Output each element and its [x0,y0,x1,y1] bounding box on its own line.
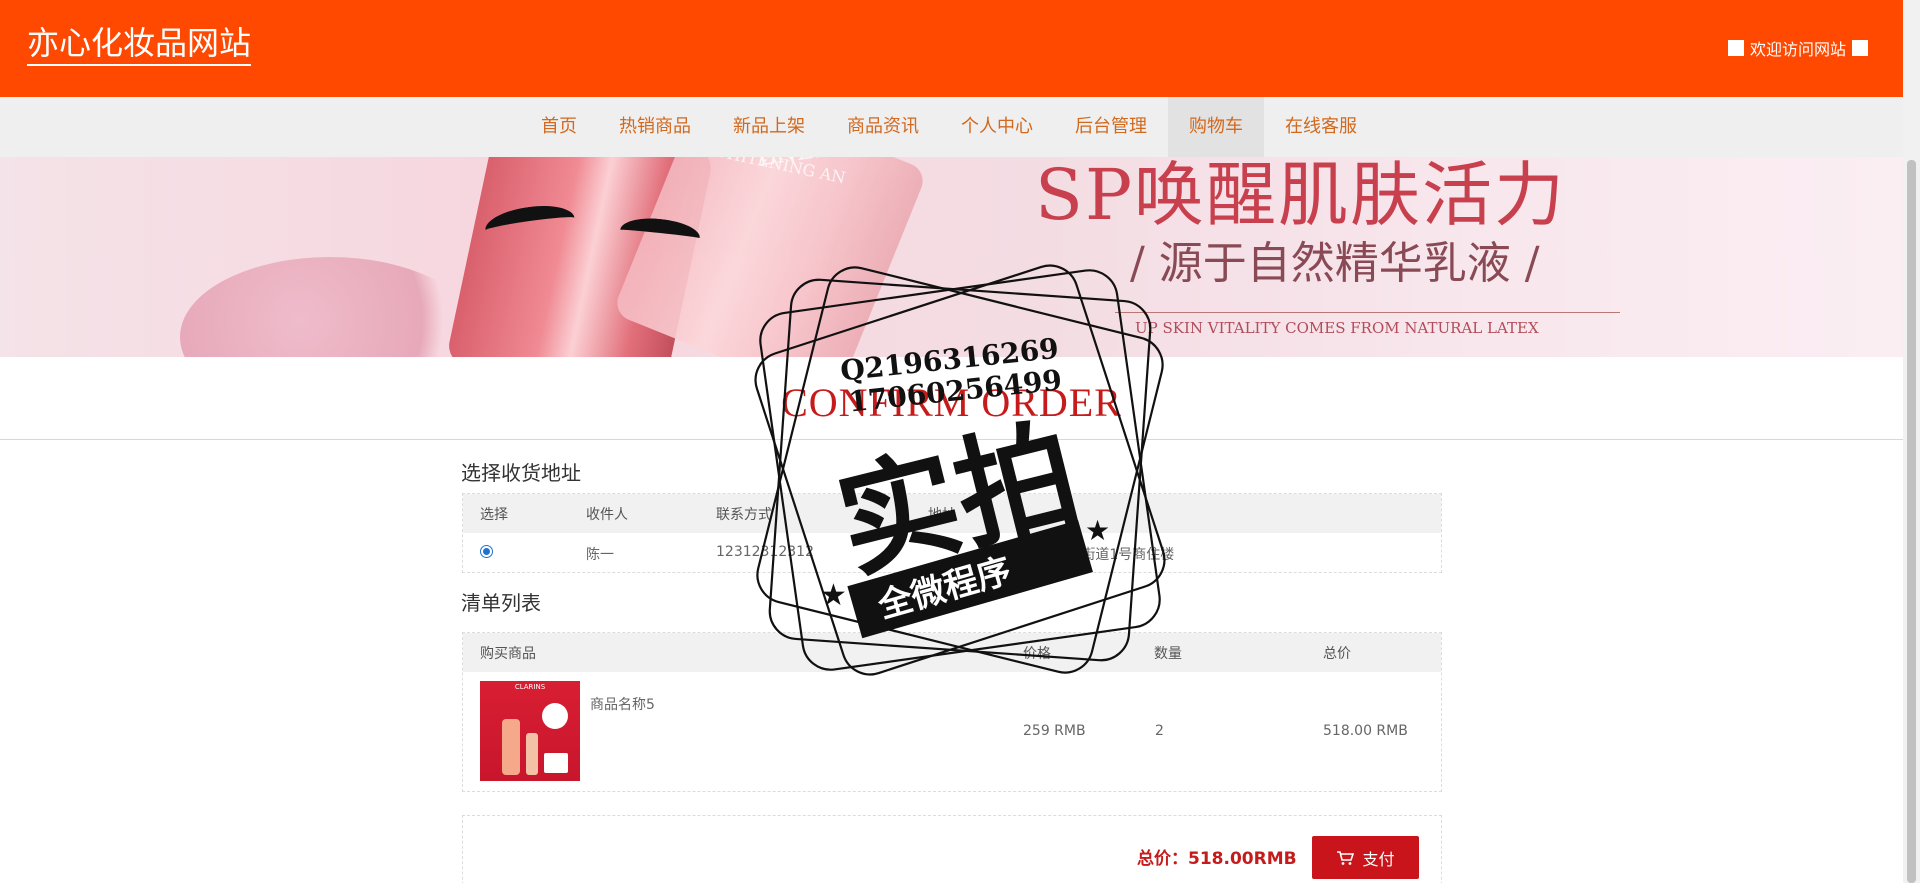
column-header: 收件人 [586,506,628,523]
address-radio[interactable] [480,545,493,562]
nav-item-service[interactable]: 在线客服 [1264,97,1378,157]
product-price: 259 RMB [1023,723,1086,739]
product-name[interactable]: 商品名称5 [590,694,655,714]
square-icon [1852,40,1868,56]
thumb-brand: CLARINS [514,683,546,691]
total-price: 总价：518.00RMB [1137,849,1297,869]
recipient-phone: 12312312312 [716,544,814,560]
nav-item-profile[interactable]: 个人中心 [940,97,1054,157]
column-header: 购买商品 [480,645,536,662]
banner-divider [1115,312,1620,313]
box-icon [544,753,568,773]
column-header: 地址 [928,506,956,523]
column-header: 价格 [1023,645,1051,662]
pay-button[interactable]: 支付 [1312,836,1419,879]
scrollbar-thumb[interactable] [1907,160,1916,883]
site-header: 亦心化妆品网站 欢迎访问网站 [0,0,1903,97]
order-section-title: 清单列表 [461,591,541,615]
banner-subline: / 源于自然精华乳液 / [1130,238,1540,289]
star-icon: ★ [820,578,847,613]
site-title[interactable]: 亦心化妆品网站 [27,24,252,66]
banner: WHITENING AN ENERGY SP唤醒肌肤活力 / 源于自然精华乳液 … [0,157,1903,357]
column-header: 联系方式 [716,506,772,523]
nav-item-admin[interactable]: 后台管理 [1054,97,1168,157]
product-quantity: 2 [1155,723,1164,739]
product-thumbnail[interactable]: CLARINS [480,681,580,781]
nav-item-home[interactable]: 首页 [520,97,598,157]
welcome-text: 欢迎访问网站 [1749,40,1846,59]
nav-item-hot[interactable]: 热销商品 [598,97,712,157]
bottle-icon [502,719,520,775]
recipient-name: 陈一 [586,547,614,563]
bottle-icon [526,733,538,775]
nav-item-news[interactable]: 商品资讯 [826,97,940,157]
column-header: 数量 [1154,645,1182,662]
square-icon [1727,40,1744,56]
product-total: 518.00 RMB [1323,723,1408,739]
page-title: CONFIRM ORDER [781,380,1122,425]
table-row: CLARINS 商品名称5 259 RMB 2 518.00 RMB [463,672,1441,790]
main-nav: 首页 热销商品 新品上架 商品资讯 个人中心 后台管理 购物车 在线客服 [0,97,1903,157]
table-row[interactable]: 陈一 12312312312 ...街道1号商住楼 [463,533,1441,572]
nav-item-cart[interactable]: 购物车 [1168,97,1264,157]
pay-label: 支付 [1362,849,1395,869]
nav-items: 首页 热销商品 新品上架 商品资讯 个人中心 后台管理 购物车 在线客服 [520,97,1378,157]
table-header: 选择 收件人 联系方式 地址 [463,494,1441,533]
column-header: 选择 [480,506,508,523]
nav-item-new[interactable]: 新品上架 [712,97,826,157]
table-header: 购买商品 价格 数量 总价 [463,633,1441,672]
welcome-area: 欢迎访问网站 [1727,36,1868,60]
divider [0,439,1903,440]
cart-icon [1337,850,1355,865]
banner-english: UP SKIN VITALITY COMES FROM NATURAL LATE… [1135,319,1539,337]
address-table: 选择 收件人 联系方式 地址 陈一 12312312312 ...街道1号商住楼 [462,493,1442,573]
column-header: 总价 [1323,645,1351,662]
address-section-title: 选择收货地址 [461,461,581,485]
petal-decoration [180,257,480,357]
recipient-address: ...街道1号商住楼 [1068,547,1175,563]
heart-icon [542,703,568,729]
order-table: 购买商品 价格 数量 总价 CLARINS 商品名称5 259 RMB 2 51… [462,632,1442,792]
radio-selected-icon[interactable] [480,545,493,558]
